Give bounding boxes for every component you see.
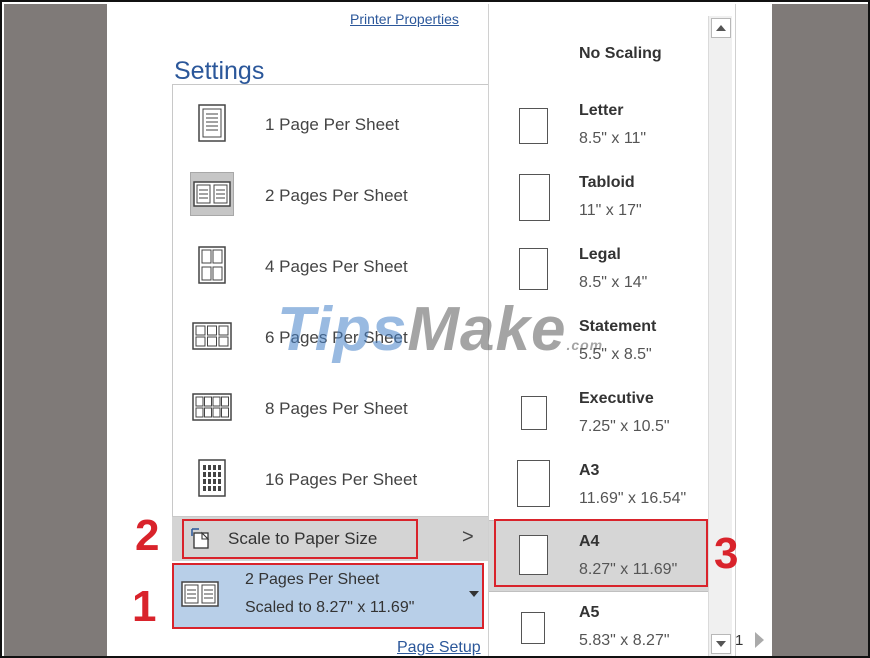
pages-per-sheet-menu: 1 Page Per Sheet 2 Pages Per Sheet 4 Pag…: [172, 84, 488, 517]
menu-item-label: 8 Pages Per Sheet: [265, 399, 408, 418]
preview-area: [772, 4, 868, 656]
sixteen-pages-icon: [190, 456, 234, 500]
callout-box-1: [172, 563, 484, 629]
size-item-statement[interactable]: Statement 5.5" x 8.5": [489, 306, 709, 378]
menu-item-label: 2 Pages Per Sheet: [265, 186, 408, 205]
size-name: A3: [579, 462, 600, 479]
size-name: Letter: [579, 102, 624, 119]
one-page-icon: [190, 101, 234, 145]
menu-item-label: 6 Pages Per Sheet: [265, 328, 408, 347]
left-backstage-gutter: [4, 4, 107, 656]
callout-number-3: 3: [714, 529, 739, 578]
size-dimensions: 7.25" x 10.5": [579, 418, 670, 435]
menu-item-1-page[interactable]: 1 Page Per Sheet: [173, 89, 489, 157]
size-dimensions: 11" x 17": [579, 202, 642, 219]
callout-number-1: 1: [132, 582, 157, 631]
menu-item-label: 4 Pages Per Sheet: [265, 257, 408, 276]
size-dimensions: 5.83" x 8.27": [579, 632, 670, 649]
size-name: Legal: [579, 246, 621, 263]
size-dimensions: 8.5" x 14": [579, 274, 648, 291]
paper-icon: [519, 108, 548, 144]
menu-item-8-pages[interactable]: 8 Pages Per Sheet: [173, 373, 489, 441]
chevron-right-icon: >: [462, 526, 474, 548]
callout-number-2: 2: [135, 511, 160, 560]
paper-icon: [521, 612, 545, 644]
arrow-up-icon: [716, 25, 726, 31]
menu-item-label: 1 Page Per Sheet: [265, 115, 400, 134]
size-name: Executive: [579, 390, 654, 407]
settings-title: Settings: [174, 57, 265, 85]
printer-properties-link[interactable]: Printer Properties: [350, 11, 459, 27]
menu-item-4-pages[interactable]: 4 Pages Per Sheet: [173, 231, 489, 299]
size-dimensions: 8.5" x 11": [579, 130, 647, 147]
size-dimensions: 5.5" x 8.5": [579, 346, 652, 363]
paper-icon: [521, 396, 547, 430]
six-pages-icon: [190, 314, 234, 358]
size-item-a3[interactable]: A3 11.69" x 16.54": [489, 450, 709, 522]
size-name: No Scaling: [579, 45, 662, 62]
size-name: Statement: [579, 318, 657, 335]
size-item-a5[interactable]: A5 5.83" x 8.27": [489, 592, 709, 656]
scroll-up-button[interactable]: [711, 18, 731, 38]
two-pages-icon: [190, 172, 234, 216]
size-item-tabloid[interactable]: Tabloid 11" x 17": [489, 162, 709, 234]
paper-icon: [519, 248, 548, 290]
size-name: Tabloid: [579, 174, 635, 191]
screenshot-frame: Printer Properties Settings 1 Page Per S…: [0, 0, 870, 658]
size-dimensions: 11.69" x 16.54": [579, 490, 687, 507]
callout-box-3: [494, 519, 708, 587]
menu-item-2-pages[interactable]: 2 Pages Per Sheet: [173, 160, 489, 228]
menu-item-label: 16 Pages Per Sheet: [265, 470, 418, 489]
size-item-letter[interactable]: Letter 8.5" x 11": [489, 90, 709, 162]
size-item-no-scaling[interactable]: No Scaling: [489, 18, 709, 90]
page-number: 1: [735, 632, 744, 649]
arrow-down-icon: [716, 641, 726, 647]
page-setup-link[interactable]: Page Setup: [397, 639, 481, 656]
size-item-executive[interactable]: Executive 7.25" x 10.5": [489, 378, 709, 450]
callout-box-2: [182, 519, 418, 559]
paper-icon: [517, 460, 550, 507]
size-name: A5: [579, 604, 600, 621]
menu-item-6-pages[interactable]: 6 Pages Per Sheet: [173, 302, 489, 370]
next-page-icon[interactable]: [755, 632, 764, 648]
scroll-down-button[interactable]: [711, 634, 731, 654]
size-item-legal[interactable]: Legal 8.5" x 14": [489, 234, 709, 306]
four-pages-icon: [190, 243, 234, 287]
eight-pages-icon: [190, 385, 234, 429]
menu-item-16-pages[interactable]: 16 Pages Per Sheet: [173, 444, 489, 512]
paper-icon: [519, 174, 550, 221]
